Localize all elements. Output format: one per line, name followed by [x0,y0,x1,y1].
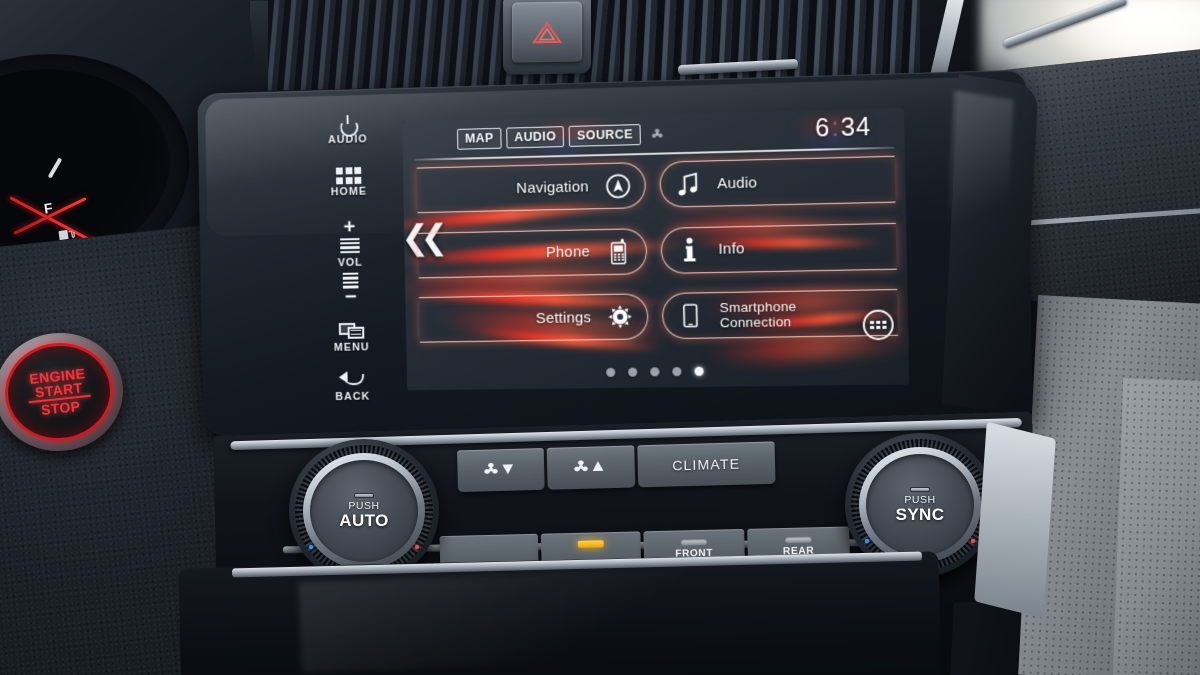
menu-item-navigation[interactable]: Navigation [416,161,647,214]
home-button[interactable]: HOME [330,167,367,198]
menu-item-label: Audio [717,173,758,192]
knob-indicator-notch [910,486,930,492]
fan-down-icon [481,459,521,481]
knob-cold-indicator [865,539,869,543]
home-menu-grid: Navigation Phone Settings Audio Info Sma… [416,153,899,349]
menu-item-label-line1: Smartphone [719,298,797,316]
info-icon [672,236,707,264]
screenshot-root: F ENGINE START STOP AUDIO HOME + VOL − M… [0,0,1200,675]
hazard-light-button[interactable] [512,1,582,63]
menu-item-label-line2: Connection [719,314,792,331]
gear-icon [603,303,638,330]
knob-hot-indicator [415,545,419,549]
right-knob-line2: SYNC [895,504,945,524]
grid-icon [335,167,362,184]
fan-speed-up-button[interactable] [546,445,636,490]
climate-button[interactable]: CLIMATE [637,441,776,488]
fan-speed-down-button[interactable] [457,448,545,493]
fan-up-icon [571,457,611,479]
smartphone-icon [673,302,708,329]
map-button[interactable]: MAP [456,127,502,150]
left-knob-line1: PUSH [348,499,380,512]
front-defrost-indicator [680,538,708,546]
fan-settings-icon[interactable] [651,127,664,140]
volume-up-button[interactable]: + [343,215,355,238]
menu-item-smartphone-connection[interactable]: Smartphone Connection [661,289,899,340]
power-icon [339,115,356,132]
menu-item-label: Settings [535,308,592,327]
menu-item-phone[interactable]: Phone [417,227,648,278]
audio-power-button[interactable]: AUDIO [328,115,368,146]
head-unit-hard-buttons: AUDIO HOME + VOL − MENU BACK [311,112,390,409]
menu-column-right: Audio Info Smartphone Connection [659,153,899,345]
home-label: HOME [330,185,368,198]
knob-indicator-notch [354,492,374,498]
touchscreen-display[interactable]: MAP AUDIO SOURCE 6:34 ❮❮ Navigation Phon… [402,107,910,391]
bezel-sheen [946,90,1014,250]
back-label: BACK [335,390,371,403]
menu-label: MENU [333,341,370,354]
volume-slider-icon[interactable] [340,237,360,254]
climate-top-button-row: CLIMATE [457,441,776,493]
navigation-compass-icon [600,172,635,200]
back-arrow-icon [339,371,366,389]
knob-hot-indicator [971,539,975,543]
page-dot[interactable] [649,367,659,377]
clock-hours: 6 [814,113,831,143]
passenger-seat-panel [1112,377,1200,675]
page-dot-active[interactable] [693,366,704,376]
menu-item-label: Info [718,240,745,258]
clock-separator: : [831,113,840,143]
knob-cold-indicator [309,545,313,549]
volume-down-button[interactable]: − [345,285,357,308]
left-knob-line2: AUTO [339,510,389,530]
source-button[interactable]: SOURCE [568,123,642,147]
volume-control[interactable]: + VOL − [337,215,363,308]
knob-face[interactable]: PUSH AUTO [310,460,418,562]
clock-display: 6:34 [815,113,872,144]
volume-label: VOL [337,256,363,270]
infotainment-head-unit: AUDIO HOME + VOL − MENU BACK MAP AUDIO S… [197,69,1034,436]
knob-face[interactable]: PUSH SYNC [866,454,974,556]
menu-item-settings[interactable]: Settings [419,293,649,343]
menu-item-label: Navigation [516,177,589,197]
clock-minutes: 34 [840,112,872,142]
windows-icon [338,322,365,339]
menu-item-info[interactable]: Info [660,222,897,274]
rear-defrost-indicator [784,536,812,544]
engine-label-line3: STOP [40,397,82,418]
console-gloss-reflection [298,567,722,673]
driver-temperature-knob[interactable]: PUSH AUTO [289,439,439,583]
page-dot[interactable] [605,367,615,378]
menu-item-label: Smartphone Connection [707,297,887,330]
menu-column-left: Navigation Phone Settings [416,159,649,349]
audio-button[interactable]: AUDIO [506,125,565,149]
apps-grid-icon [869,320,887,330]
right-knob-line1: PUSH [904,493,936,506]
recirculation-indicator-led [577,540,604,548]
menu-button[interactable]: MENU [334,322,370,353]
menu-item-label: Phone [545,243,591,262]
page-dot[interactable] [671,367,682,377]
mobile-phone-icon [602,237,637,266]
page-dot[interactable] [627,367,637,377]
music-note-icon [671,170,706,198]
console-bright-strip [974,421,1056,619]
back-button[interactable]: BACK [335,371,371,403]
menu-item-audio[interactable]: Audio [659,155,896,208]
hazard-triangle-icon [531,21,563,44]
